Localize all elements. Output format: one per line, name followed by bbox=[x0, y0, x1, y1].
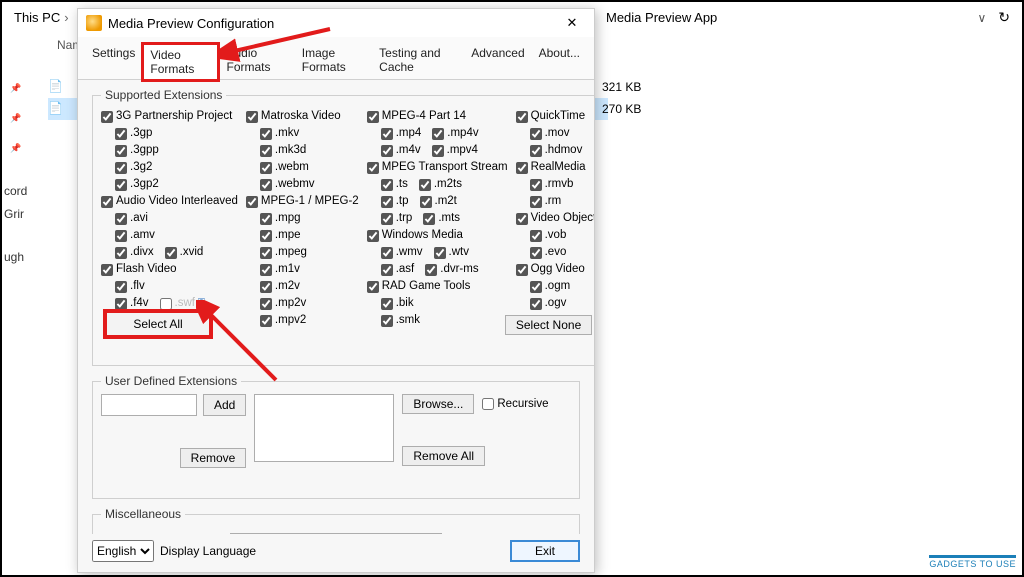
tab-settings[interactable]: Settings bbox=[86, 43, 141, 79]
format-checkbox[interactable]: .mkv bbox=[246, 125, 359, 142]
supported-extensions-group: Supported Extensions 3G Partnership Proj… bbox=[92, 88, 594, 366]
format-checkbox[interactable]: Windows Media bbox=[367, 227, 508, 244]
format-checkbox[interactable]: .mk3d bbox=[246, 142, 359, 159]
format-checkbox[interactable]: .mpv2 bbox=[246, 312, 359, 329]
chevron-right-icon: › bbox=[64, 10, 68, 25]
format-checkbox[interactable]: .mpg bbox=[246, 210, 359, 227]
format-checkbox[interactable]: .ogm bbox=[516, 278, 594, 295]
select-all-button[interactable]: Select All bbox=[103, 309, 213, 339]
format-checkbox[interactable]: MPEG-4 Part 14 bbox=[367, 108, 508, 125]
format-checkbox[interactable]: .3gp bbox=[101, 125, 238, 142]
config-dialog: Media Preview Configuration ✕ SettingsVi… bbox=[77, 8, 595, 573]
breadcrumb-root[interactable]: This PC bbox=[14, 10, 60, 25]
nav-trunc: ugh bbox=[4, 250, 24, 264]
dialog-title: Media Preview Configuration bbox=[108, 16, 274, 31]
format-checkbox[interactable]: .ogv bbox=[516, 295, 594, 312]
dialog-footer: English Display Language Exit bbox=[78, 534, 594, 572]
format-checkbox[interactable]: .m1v bbox=[246, 261, 359, 278]
format-checkbox[interactable]: .tp.m2t bbox=[367, 193, 508, 210]
file-icon: 📄 bbox=[48, 101, 64, 117]
format-checkbox[interactable]: .smk bbox=[367, 312, 508, 329]
format-checkbox[interactable]: .amv bbox=[101, 227, 238, 244]
file-size: 270 KB bbox=[602, 102, 641, 116]
misc-group: Miscellaneous Restore System Default Set… bbox=[92, 507, 580, 534]
format-checkbox[interactable]: Matroska Video bbox=[246, 108, 359, 125]
select-none-button[interactable]: Select None bbox=[505, 315, 592, 335]
tab-about-[interactable]: About... bbox=[533, 43, 586, 79]
format-checkbox[interactable]: QuickTime bbox=[516, 108, 594, 125]
format-checkbox[interactable]: .flv bbox=[101, 278, 238, 295]
user-defined-group: User Defined Extensions Add Remove Brows… bbox=[92, 374, 580, 499]
format-checkbox[interactable]: .mp4.mp4v bbox=[367, 125, 508, 142]
format-checkbox[interactable]: .3gp2 bbox=[101, 176, 238, 193]
format-checkbox[interactable]: .m4v.mpv4 bbox=[367, 142, 508, 159]
tab-advanced[interactable]: Advanced bbox=[465, 43, 530, 79]
format-checkbox[interactable]: .divx.xvid bbox=[101, 244, 238, 261]
format-checkbox[interactable]: .evo bbox=[516, 244, 594, 261]
browse-button[interactable]: Browse... bbox=[402, 394, 474, 414]
format-checkbox[interactable]: .mpeg bbox=[246, 244, 359, 261]
language-select[interactable]: English bbox=[92, 540, 154, 562]
refresh-icon[interactable]: ↻ bbox=[998, 9, 1010, 26]
format-checkbox[interactable]: .3g2 bbox=[101, 159, 238, 176]
nav-trunc: Grir bbox=[4, 207, 24, 221]
format-checkbox[interactable]: MPEG Transport Stream bbox=[367, 159, 508, 176]
add-button[interactable]: Add bbox=[203, 394, 246, 416]
tab-testing-and-cache[interactable]: Testing and Cache bbox=[373, 43, 463, 79]
app-icon bbox=[86, 15, 102, 31]
breadcrumb-folder[interactable]: Media Preview App bbox=[606, 10, 717, 25]
extension-input[interactable] bbox=[101, 394, 197, 416]
tab-strip: SettingsVideo FormatsAudio FormatsImage … bbox=[78, 37, 594, 80]
exit-button[interactable]: Exit bbox=[510, 540, 580, 562]
chevron-down-icon[interactable]: ∨ bbox=[977, 11, 986, 25]
format-checkbox[interactable]: .ts.m2ts bbox=[367, 176, 508, 193]
format-checkbox[interactable]: .trp.mts bbox=[367, 210, 508, 227]
tab-audio-formats[interactable]: Audio Formats bbox=[220, 43, 293, 79]
remove-all-button[interactable]: Remove All bbox=[402, 446, 485, 466]
tab-image-formats[interactable]: Image Formats bbox=[296, 43, 371, 79]
restore-defaults-button[interactable]: Restore System Default Settings bbox=[230, 533, 441, 534]
format-checkbox[interactable]: .bik bbox=[367, 295, 508, 312]
remove-button[interactable]: Remove bbox=[180, 448, 247, 468]
format-checkbox[interactable]: RAD Game Tools bbox=[367, 278, 508, 295]
format-checkbox[interactable]: .mpe bbox=[246, 227, 359, 244]
recursive-checkbox[interactable]: Recursive bbox=[482, 396, 548, 413]
language-label: Display Language bbox=[160, 544, 256, 558]
close-icon[interactable]: ✕ bbox=[558, 15, 586, 31]
file-icon: 📄 bbox=[48, 79, 64, 95]
quick-access-pins bbox=[10, 82, 28, 154]
format-checkbox[interactable]: .asf.dvr-ms bbox=[367, 261, 508, 278]
format-checkbox[interactable]: .avi bbox=[101, 210, 238, 227]
tab-video-formats[interactable]: Video Formats bbox=[143, 44, 218, 80]
extension-list[interactable] bbox=[254, 394, 394, 462]
dialog-titlebar: Media Preview Configuration ✕ bbox=[78, 9, 594, 37]
format-checkbox[interactable]: Video Object bbox=[516, 210, 594, 227]
format-checkbox[interactable]: .webm bbox=[246, 159, 359, 176]
format-checkbox[interactable]: .wmv.wtv bbox=[367, 244, 508, 261]
user-defined-legend: User Defined Extensions bbox=[101, 374, 241, 388]
format-checkbox[interactable]: .webmv bbox=[246, 176, 359, 193]
misc-legend: Miscellaneous bbox=[101, 507, 185, 521]
watermark: GADGETS TO USE bbox=[929, 555, 1016, 569]
supported-legend: Supported Extensions bbox=[101, 88, 226, 102]
format-checkbox[interactable]: .rm bbox=[516, 193, 594, 210]
format-checkbox[interactable]: .vob bbox=[516, 227, 594, 244]
format-checkbox[interactable]: .rmvb bbox=[516, 176, 594, 193]
format-checkbox[interactable]: Ogg Video bbox=[516, 261, 594, 278]
format-checkbox[interactable]: .hdmov bbox=[516, 142, 594, 159]
format-checkbox[interactable]: 3G Partnership Project bbox=[101, 108, 238, 125]
format-checkbox[interactable]: .m2v bbox=[246, 278, 359, 295]
format-checkbox[interactable]: Audio Video Interleaved bbox=[101, 193, 238, 210]
format-checkbox[interactable]: .mov bbox=[516, 125, 594, 142]
format-checkbox[interactable]: .3gpp bbox=[101, 142, 238, 159]
format-checkbox[interactable]: .mp2v bbox=[246, 295, 359, 312]
file-size: 321 KB bbox=[602, 80, 641, 94]
format-checkbox[interactable]: MPEG-1 / MPEG-2 bbox=[246, 193, 359, 210]
format-checkbox[interactable]: RealMedia bbox=[516, 159, 594, 176]
nav-trunc: cord bbox=[4, 184, 27, 198]
format-checkbox[interactable]: Flash Video bbox=[101, 261, 238, 278]
